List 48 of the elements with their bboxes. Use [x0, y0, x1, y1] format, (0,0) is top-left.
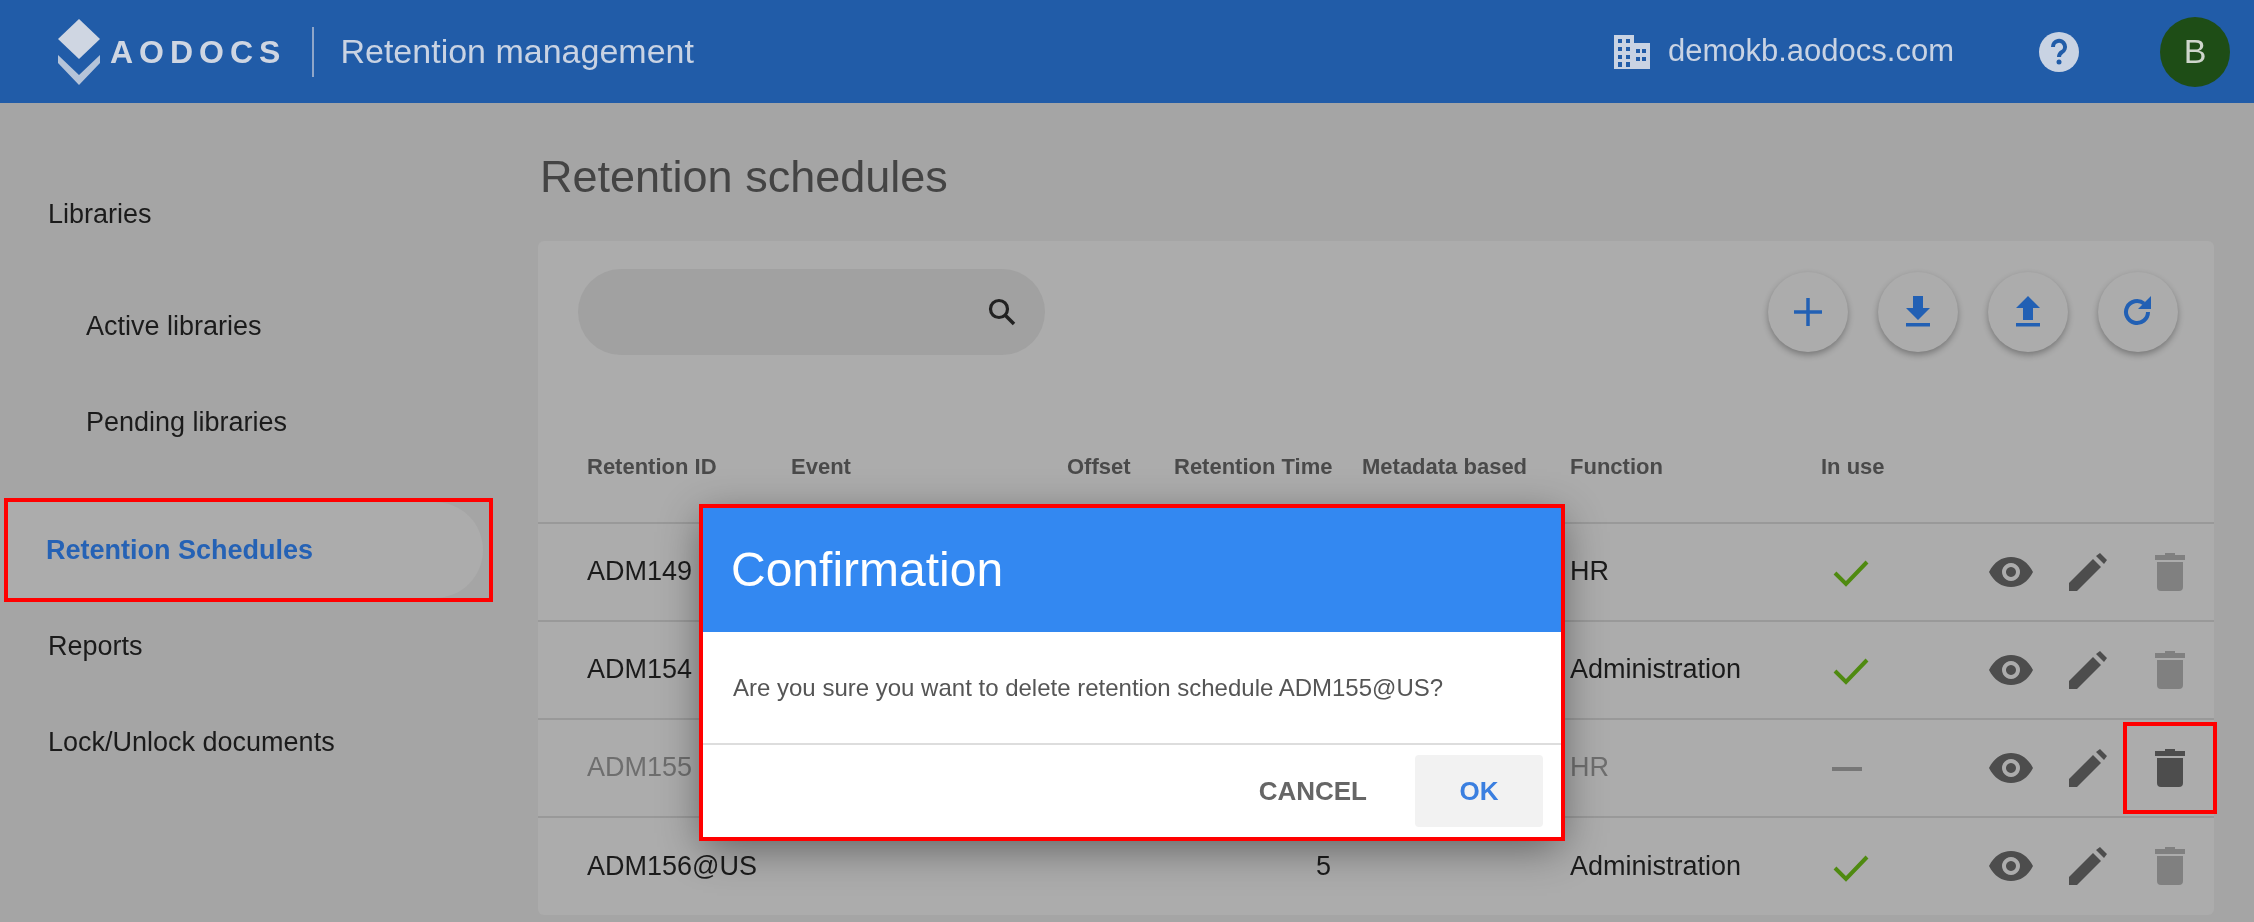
eye-icon	[1988, 556, 2035, 587]
logo-text: AODOCS	[110, 32, 287, 72]
app-title: Retention management	[340, 31, 694, 72]
avatar[interactable]: B	[2160, 16, 2230, 87]
refresh-button[interactable]	[2098, 271, 2178, 352]
table-cell: ADM154	[587, 654, 693, 685]
table-cell: ADM156@US	[587, 850, 757, 881]
sidebar-item[interactable]: Pending libraries	[10, 374, 485, 470]
column-header: Event	[790, 453, 852, 481]
sidebar-item[interactable]: Active libraries	[10, 278, 485, 374]
trash-icon	[2154, 847, 2185, 885]
pencil-icon	[2069, 552, 2108, 591]
table-cell: 5	[1315, 850, 1331, 881]
sidebar-item[interactable]: Reports	[10, 598, 485, 694]
eye-icon	[1988, 654, 2035, 685]
page-title: Retention schedules	[540, 150, 949, 204]
column-header: In use	[1820, 354, 1960, 523]
trash-icon	[2154, 748, 2185, 787]
help-icon[interactable]	[2038, 30, 2080, 73]
domain-label: demokb.aodocs.com	[1667, 32, 1954, 71]
dialog-message: Are you sure you want to delete retention schedule ADM155@US?	[733, 672, 1444, 703]
trash-icon	[2154, 650, 2185, 689]
pencil-icon	[2069, 847, 2108, 885]
eye-icon	[1988, 851, 2035, 881]
column-header: Offset	[1066, 453, 1132, 481]
add-button[interactable]	[1768, 271, 1848, 352]
cancel-button[interactable]: CANCEL	[1234, 757, 1391, 825]
search-icon	[987, 296, 1017, 327]
building-icon	[1611, 32, 1652, 71]
table-cell: HR	[1570, 752, 1609, 783]
dialog-title: Confirmation	[703, 508, 1561, 632]
column-header: Retention Time	[1173, 453, 1334, 481]
upload-button[interactable]	[1988, 271, 2068, 352]
pencil-icon	[2069, 650, 2108, 689]
table-cell: Administration	[1570, 654, 1742, 685]
table-cell: HR	[1570, 556, 1609, 587]
logo-icon	[56, 18, 102, 85]
trash-icon	[2154, 552, 2185, 591]
eye-icon	[1988, 752, 2035, 783]
pencil-icon	[2069, 748, 2108, 787]
sidebar-item[interactable]: Libraries	[10, 166, 485, 262]
table-cell: Administration	[1570, 850, 1742, 881]
sidebar-item[interactable]: Lock/Unlock documents	[10, 694, 485, 790]
ok-button[interactable]: OK	[1415, 755, 1543, 827]
table-cell: ADM155	[587, 752, 693, 783]
download-button[interactable]	[1878, 271, 1958, 352]
table-cell: ADM149	[587, 556, 693, 587]
column-header: Function	[1569, 354, 1820, 523]
